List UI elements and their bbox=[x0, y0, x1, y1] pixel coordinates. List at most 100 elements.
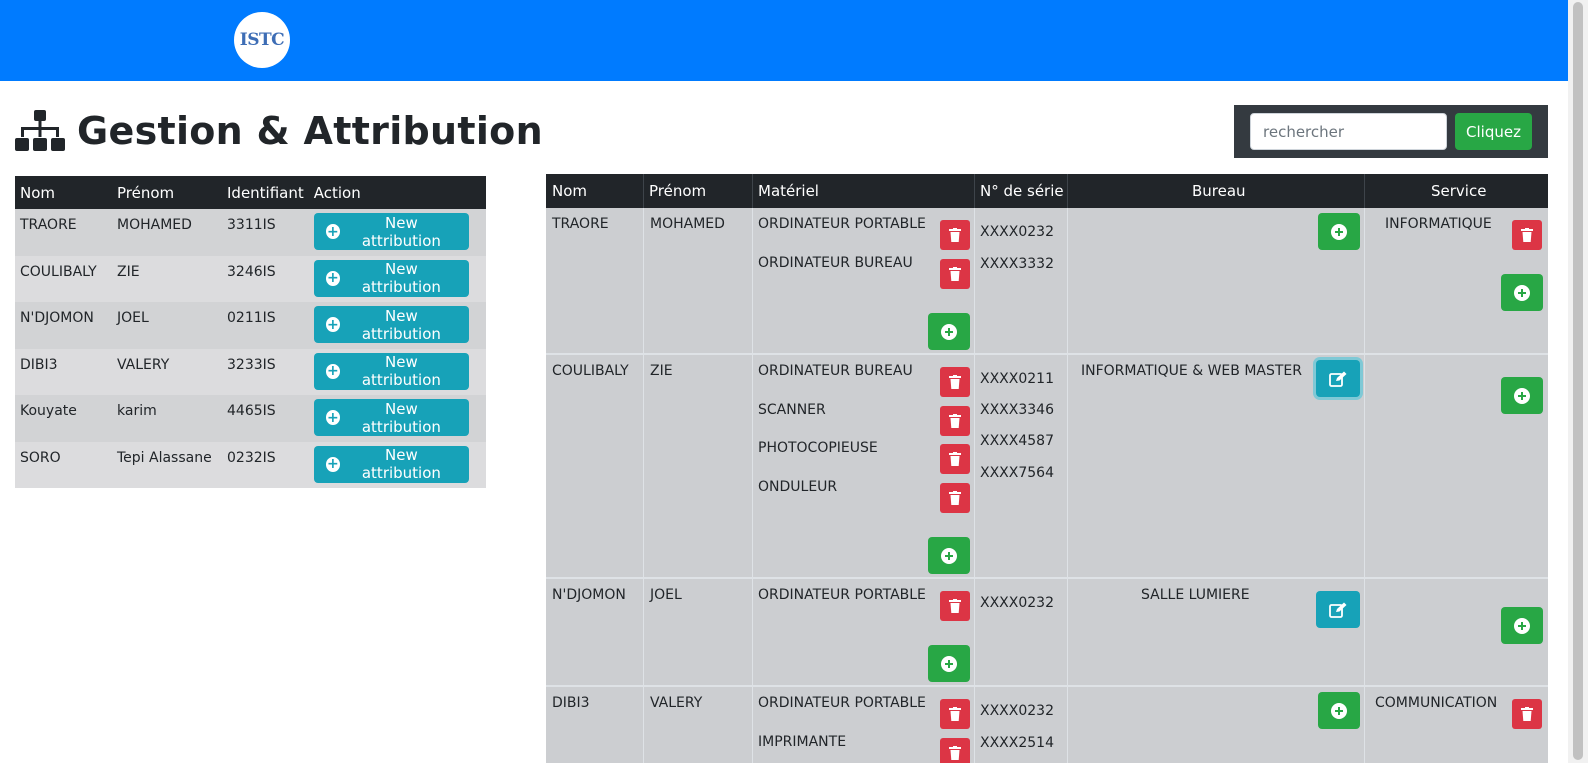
delete-service-button[interactable] bbox=[1512, 220, 1542, 250]
add-bureau-button[interactable] bbox=[1318, 213, 1360, 250]
plus-circle-icon bbox=[941, 655, 957, 672]
delete-materiel-button[interactable] bbox=[940, 591, 970, 621]
users-table-header: Nom Prénom Identifiant Action bbox=[15, 176, 486, 209]
plus-circle-icon bbox=[1331, 223, 1347, 240]
plus-circle-icon bbox=[1331, 702, 1347, 719]
add-materiel-button[interactable] bbox=[928, 645, 970, 682]
delete-materiel-button[interactable] bbox=[940, 220, 970, 250]
page-scrollbar-thumb[interactable] bbox=[1573, 2, 1583, 760]
materiel-item: ORDINATEUR PORTABLE bbox=[758, 695, 926, 711]
delete-materiel-button[interactable] bbox=[940, 738, 970, 763]
delete-materiel-button[interactable] bbox=[940, 444, 970, 474]
delete-materiel-button[interactable] bbox=[940, 259, 970, 289]
serial-number: XXXX3346 bbox=[980, 402, 1054, 418]
add-bureau-button[interactable] bbox=[1318, 692, 1360, 729]
trash-icon bbox=[1521, 228, 1533, 242]
cell-prenom: JOEL bbox=[112, 302, 222, 349]
search-button[interactable]: Cliquez bbox=[1455, 113, 1532, 150]
service-name: INFORMATIQUE bbox=[1385, 216, 1492, 232]
cell-nom: N'DJOMON bbox=[15, 302, 112, 349]
materiel-item: ORDINATEUR PORTABLE bbox=[758, 587, 926, 603]
trash-icon bbox=[949, 452, 961, 466]
delete-materiel-button[interactable] bbox=[940, 406, 970, 436]
add-service-button[interactable] bbox=[1501, 377, 1543, 414]
cell-nom: COULIBALY bbox=[15, 255, 112, 302]
search-bar: Cliquez bbox=[1234, 105, 1548, 158]
cell-prenom: karim bbox=[112, 395, 222, 442]
col-prenom: Prénom bbox=[649, 182, 707, 200]
plus-circle-icon bbox=[941, 323, 957, 340]
add-service-button[interactable] bbox=[1501, 274, 1543, 311]
serial-number: XXXX3332 bbox=[980, 256, 1054, 272]
edit-bureau-button[interactable] bbox=[1316, 360, 1360, 397]
new-attribution-label: New attribution bbox=[361, 213, 441, 250]
cell-nom: COULIBALY bbox=[552, 363, 629, 379]
istc-logo[interactable]: ISTC bbox=[234, 12, 290, 68]
materiel-item: ORDINATEUR BUREAU bbox=[758, 255, 913, 271]
col-bureau: Bureau bbox=[1192, 182, 1246, 200]
delete-service-button[interactable] bbox=[1512, 699, 1542, 729]
add-materiel-button[interactable] bbox=[928, 537, 970, 574]
trash-icon bbox=[949, 599, 961, 613]
plus-circle-icon: + bbox=[325, 223, 341, 240]
new-attribution-button[interactable]: + New attribution bbox=[313, 306, 469, 343]
attributions-table: Nom Prénom Matériel N° de série Bureau S… bbox=[546, 174, 1548, 763]
cell-prenom: JOEL bbox=[650, 587, 682, 603]
cell-prenom: Tepi Alassane bbox=[112, 441, 222, 488]
serial-number: XXXX0232 bbox=[980, 224, 1054, 240]
trash-icon bbox=[949, 267, 961, 281]
plus-circle-icon bbox=[941, 547, 957, 564]
cell-nom: N'DJOMON bbox=[552, 587, 626, 603]
attributions-table-header: Nom Prénom Matériel N° de série Bureau S… bbox=[546, 174, 1548, 208]
col-nom: Nom bbox=[552, 182, 588, 200]
materiel-item: SCANNER bbox=[758, 402, 826, 418]
col-identifiant: Identifiant bbox=[222, 176, 309, 209]
new-attribution-label: New attribution bbox=[361, 399, 441, 436]
new-attribution-label: New attribution bbox=[361, 353, 441, 389]
delete-materiel-button[interactable] bbox=[940, 367, 970, 397]
new-attribution-label: New attribution bbox=[361, 446, 441, 482]
new-attribution-button[interactable]: + New attribution bbox=[313, 445, 469, 483]
table-row: Kouyate karim 4465IS + New attribution bbox=[15, 395, 486, 442]
table-row: DIBI3 VALERY ORDINATEUR PORTABLE IMPRIMA… bbox=[546, 687, 1548, 763]
cell-prenom: VALERY bbox=[112, 348, 222, 395]
delete-materiel-button[interactable] bbox=[940, 483, 970, 513]
trash-icon bbox=[949, 414, 961, 428]
trash-icon bbox=[949, 491, 961, 505]
new-attribution-button[interactable]: + New attribution bbox=[313, 213, 469, 250]
cell-identifiant: 3246IS bbox=[222, 255, 309, 302]
edit-icon bbox=[1329, 602, 1347, 618]
search-input[interactable] bbox=[1250, 113, 1447, 150]
materiel-item: ORDINATEUR PORTABLE bbox=[758, 216, 926, 232]
cell-identifiant: 0232IS bbox=[222, 441, 309, 488]
col-action: Action bbox=[308, 176, 486, 209]
bureau-name: SALLE LUMIERE bbox=[1141, 587, 1250, 603]
new-attribution-button[interactable]: + New attribution bbox=[313, 352, 469, 390]
col-service: Service bbox=[1431, 182, 1487, 200]
page-title: Gestion & Attribution bbox=[15, 106, 543, 156]
add-materiel-button[interactable] bbox=[928, 313, 970, 350]
cell-prenom: MOHAMED bbox=[650, 216, 725, 232]
add-service-button[interactable] bbox=[1501, 607, 1543, 644]
plus-circle-icon: + bbox=[325, 363, 341, 379]
col-prenom: Prénom bbox=[112, 176, 222, 209]
cell-nom: DIBI3 bbox=[15, 348, 112, 395]
delete-materiel-button[interactable] bbox=[940, 699, 970, 729]
cell-identifiant: 4465IS bbox=[222, 395, 309, 442]
table-row: TRAORE MOHAMED ORDINATEUR PORTABLE ORDIN… bbox=[546, 208, 1548, 353]
edit-bureau-button[interactable] bbox=[1316, 591, 1360, 628]
new-attribution-label: New attribution bbox=[361, 306, 441, 343]
edit-icon bbox=[1329, 371, 1347, 387]
plus-circle-icon: + bbox=[325, 270, 341, 286]
top-navbar: ISTC bbox=[0, 0, 1568, 81]
table-row: N'DJOMON JOEL 0211IS + New attribution bbox=[15, 302, 486, 349]
sitemap-icon bbox=[15, 110, 65, 151]
cell-prenom: ZIE bbox=[650, 363, 673, 379]
trash-icon bbox=[949, 375, 961, 389]
table-row: TRAORE MOHAMED 3311IS + New attribution bbox=[15, 209, 486, 256]
new-attribution-button[interactable]: + New attribution bbox=[313, 259, 469, 297]
cell-prenom: MOHAMED bbox=[112, 209, 222, 256]
new-attribution-button[interactable]: + New attribution bbox=[313, 399, 469, 436]
cell-nom: SORO bbox=[15, 441, 112, 488]
serial-number: XXXX7564 bbox=[980, 465, 1054, 481]
